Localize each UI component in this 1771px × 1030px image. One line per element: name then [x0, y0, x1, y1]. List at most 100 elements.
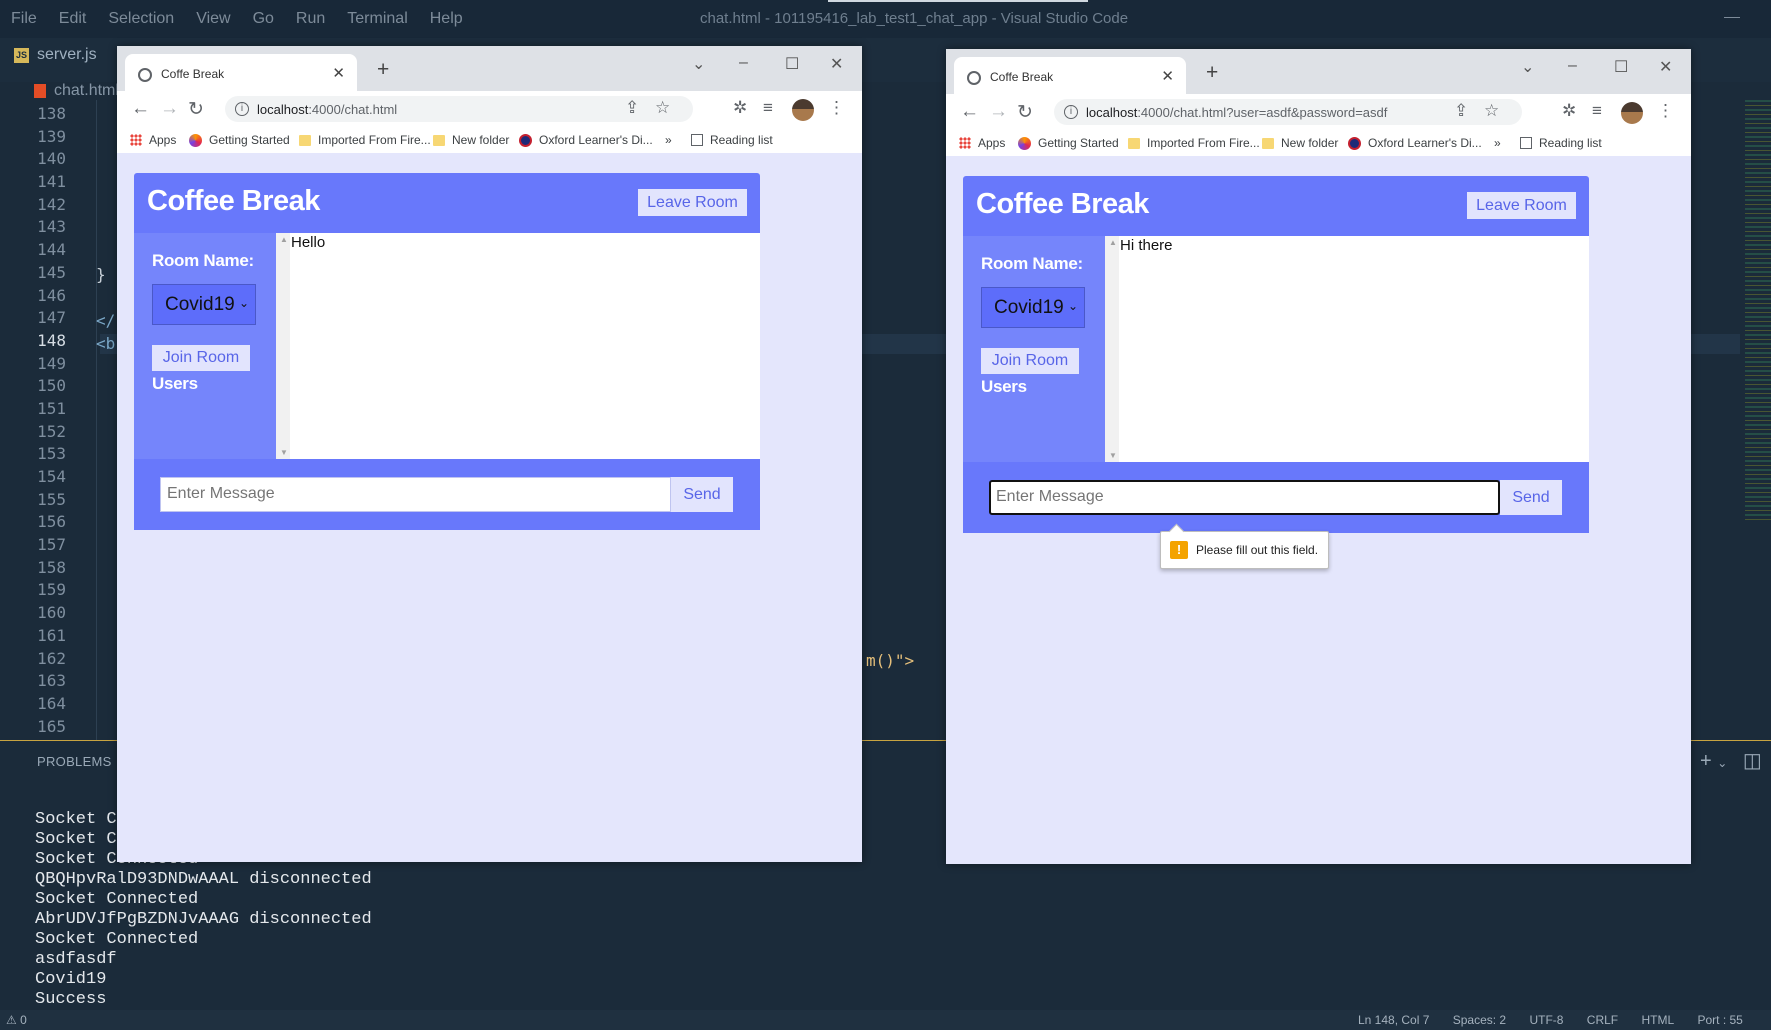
- media-queue-icon[interactable]: ≡: [1592, 101, 1602, 121]
- menu-view[interactable]: View: [185, 10, 241, 28]
- close-tab-icon[interactable]: ✕: [332, 64, 345, 82]
- reload-icon[interactable]: ↻: [188, 98, 204, 121]
- minimize-icon[interactable]: –: [1568, 57, 1577, 75]
- join-room-button[interactable]: Join Room: [981, 348, 1079, 374]
- star-icon[interactable]: ☆: [655, 98, 670, 118]
- address-bar[interactable]: i localhost:4000/chat.html?user=asdf&pas…: [1054, 99, 1522, 125]
- close-tab-icon[interactable]: ✕: [1161, 67, 1174, 85]
- bookmark-getting-started[interactable]: Getting Started: [189, 133, 290, 147]
- tab-search-icon[interactable]: ⌄: [692, 54, 705, 74]
- bookmarks-overflow-icon[interactable]: »: [1494, 136, 1501, 150]
- reading-list[interactable]: Reading list: [1520, 136, 1602, 150]
- message-area[interactable]: ▲ ▼ Hello: [276, 233, 760, 459]
- leave-room-button[interactable]: Leave Room: [1467, 192, 1576, 219]
- tab-server-js[interactable]: JS server.js: [14, 46, 97, 64]
- scroll-down-icon[interactable]: ▼: [1109, 451, 1117, 460]
- tab-problems[interactable]: PROBLEMS: [37, 754, 112, 769]
- status-eol[interactable]: CRLF: [1587, 1013, 1618, 1027]
- browser-tab[interactable]: Coffe Break ✕: [954, 57, 1186, 94]
- leave-room-button[interactable]: Leave Room: [638, 189, 747, 216]
- star-icon[interactable]: ☆: [1484, 101, 1499, 121]
- new-tab-icon[interactable]: +: [377, 59, 389, 80]
- scroll-down-icon[interactable]: ▼: [280, 448, 288, 457]
- reload-icon[interactable]: ↻: [1017, 101, 1033, 124]
- forward-icon[interactable]: →: [160, 98, 179, 120]
- menu-run[interactable]: Run: [285, 10, 336, 28]
- scrollbar[interactable]: ▲ ▼: [1105, 236, 1119, 462]
- add-terminal-icon[interactable]: +: [1700, 750, 1712, 772]
- split-panel-icon[interactable]: ◫: [1743, 750, 1762, 772]
- status-port[interactable]: Port : 55: [1698, 1013, 1743, 1027]
- forward-icon[interactable]: →: [989, 101, 1008, 123]
- maximize-icon[interactable]: ☐: [1614, 57, 1628, 77]
- back-icon[interactable]: ←: [131, 98, 150, 120]
- join-room-button[interactable]: Join Room: [152, 345, 250, 371]
- new-tab-icon[interactable]: +: [1206, 62, 1218, 83]
- bookmark-oxford[interactable]: Oxford Learner's Di...: [1348, 136, 1482, 150]
- code-closing-brace[interactable]: }: [96, 265, 106, 284]
- bookmarks-overflow-icon[interactable]: »: [665, 133, 672, 147]
- code-close-tag[interactable]: </: [96, 311, 115, 330]
- code-open-tag[interactable]: <b: [96, 334, 115, 353]
- back-icon[interactable]: ←: [960, 101, 979, 123]
- menu-edit[interactable]: Edit: [48, 10, 98, 28]
- send-button[interactable]: Send: [1500, 480, 1562, 515]
- bookmark-apps[interactable]: Apps: [130, 133, 176, 147]
- scroll-up-icon[interactable]: ▲: [1109, 238, 1117, 247]
- extensions-icon[interactable]: ✲: [733, 98, 747, 118]
- status-bar: ⚠ 0 Ln 148, Col 7 Spaces: 2 UTF-8 CRLF H…: [0, 1010, 1771, 1030]
- bookmark-new-folder[interactable]: New folder: [433, 133, 509, 147]
- info-icon[interactable]: i: [235, 102, 249, 116]
- reading-list[interactable]: Reading list: [691, 133, 773, 147]
- status-position[interactable]: Ln 148, Col 7: [1358, 1013, 1429, 1027]
- room-select[interactable]: Covid19 ⌄: [981, 287, 1085, 328]
- menu-terminal[interactable]: Terminal: [336, 10, 418, 28]
- status-spaces[interactable]: Spaces: 2: [1453, 1013, 1506, 1027]
- minimize-icon[interactable]: [1724, 17, 1740, 18]
- share-icon[interactable]: ⇪: [1454, 101, 1468, 121]
- bookmark-new-folder[interactable]: New folder: [1262, 136, 1338, 150]
- room-select[interactable]: Covid19 ⌄: [152, 284, 256, 325]
- oxford-icon: [1348, 136, 1361, 150]
- profile-avatar[interactable]: [1621, 102, 1643, 124]
- close-window-icon[interactable]: ✕: [830, 54, 843, 74]
- extensions-icon[interactable]: ✲: [1562, 101, 1576, 121]
- code-function-call[interactable]: m()">: [866, 651, 914, 670]
- scroll-up-icon[interactable]: ▲: [280, 235, 288, 244]
- info-icon[interactable]: i: [1064, 105, 1078, 119]
- more-menu-icon[interactable]: ⋮: [828, 98, 845, 118]
- bookmark-imported[interactable]: Imported From Fire...: [299, 133, 431, 147]
- menu-help[interactable]: Help: [419, 10, 474, 28]
- vscode-menu: File Edit Selection View Go Run Terminal…: [0, 10, 474, 28]
- minimap[interactable]: [1745, 100, 1771, 520]
- status-language[interactable]: HTML: [1641, 1013, 1674, 1027]
- scrollbar[interactable]: ▲ ▼: [276, 233, 290, 459]
- message-input[interactable]: Enter Message: [989, 480, 1500, 515]
- browser-tab[interactable]: Coffe Break ✕: [125, 54, 357, 91]
- media-queue-icon[interactable]: ≡: [763, 98, 773, 118]
- bookmark-apps[interactable]: Apps: [959, 136, 1005, 150]
- chevron-down-icon[interactable]: ⌄: [1717, 756, 1727, 770]
- bookmark-oxford[interactable]: Oxford Learner's Di...: [519, 133, 653, 147]
- message-area[interactable]: ▲ ▼ Hi there: [1105, 236, 1589, 462]
- message-input[interactable]: Enter Message: [160, 477, 671, 512]
- profile-avatar[interactable]: [792, 99, 814, 121]
- minimize-icon[interactable]: –: [739, 54, 748, 72]
- validation-tooltip: ! Please fill out this field.: [1160, 531, 1329, 569]
- close-window-icon[interactable]: ✕: [1659, 57, 1672, 77]
- bookmark-imported[interactable]: Imported From Fire...: [1128, 136, 1260, 150]
- bookmark-getting-started[interactable]: Getting Started: [1018, 136, 1119, 150]
- maximize-icon[interactable]: ☐: [785, 54, 799, 74]
- tab-search-icon[interactable]: ⌄: [1521, 57, 1534, 77]
- status-problems[interactable]: ⚠ 0: [6, 1013, 27, 1027]
- menu-selection[interactable]: Selection: [97, 10, 185, 28]
- menu-go[interactable]: Go: [242, 10, 285, 28]
- more-menu-icon[interactable]: ⋮: [1657, 101, 1674, 121]
- breadcrumb[interactable]: chat.html: [34, 82, 119, 100]
- address-bar[interactable]: i localhost:4000/chat.html ⇪ ☆: [225, 96, 693, 122]
- menu-file[interactable]: File: [0, 10, 48, 28]
- share-icon[interactable]: ⇪: [625, 98, 639, 118]
- send-button[interactable]: Send: [671, 477, 733, 512]
- js-file-icon: JS: [14, 47, 29, 63]
- status-encoding[interactable]: UTF-8: [1529, 1013, 1563, 1027]
